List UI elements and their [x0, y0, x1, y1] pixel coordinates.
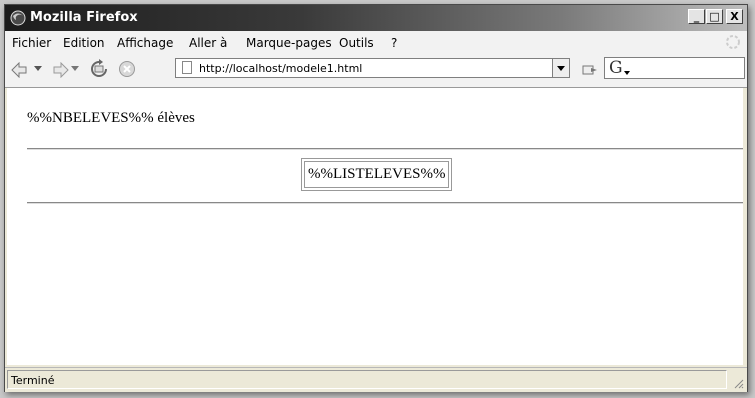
menu-help[interactable]: ?	[391, 36, 397, 50]
maximize-icon: □	[709, 10, 720, 23]
search-engine-dropdown-icon[interactable]	[624, 71, 630, 75]
reload-icon[interactable]	[89, 59, 109, 79]
top-divider	[27, 148, 745, 150]
chevron-down-icon	[557, 65, 565, 71]
menu-bar: Fichier Edition Affichage Aller à Marque…	[5, 31, 747, 53]
menu-marque-pages[interactable]: Marque-pages	[246, 36, 332, 50]
browser-window: Mozilla Firefox _ □ X Fichier Edition Af…	[4, 4, 748, 392]
menu-outils[interactable]: Outils	[339, 36, 374, 50]
forward-dropdown-icon[interactable]	[71, 66, 79, 72]
close-icon: X	[730, 10, 739, 23]
students-list-cell: %%LISTELEVES%%	[304, 161, 450, 188]
title-bar[interactable]: Mozilla Firefox _ □ X	[5, 5, 747, 31]
close-button[interactable]: X	[726, 9, 743, 24]
throbber-icon	[726, 35, 740, 49]
page-content: %%NBELEVES%% élèves %%LISTELEVES%%	[7, 88, 745, 365]
student-count: %%NBELEVES%% élèves	[27, 110, 195, 126]
address-input[interactable]: http://localhost/modele1.html	[199, 62, 362, 75]
menu-aller-a[interactable]: Aller à	[189, 36, 227, 50]
minimize-button[interactable]: _	[688, 9, 705, 24]
back-icon[interactable]	[11, 62, 33, 78]
address-bar[interactable]: http://localhost/modele1.html	[175, 58, 570, 78]
students-table: %%LISTELEVES%%	[301, 158, 453, 191]
bottom-divider	[27, 202, 745, 204]
window-title: Mozilla Firefox	[30, 10, 138, 25]
resize-grip-icon[interactable]	[732, 377, 744, 389]
status-panel: Terminé	[7, 370, 727, 389]
menu-fichier[interactable]: Fichier	[12, 36, 51, 50]
stop-icon[interactable]	[118, 60, 136, 78]
google-icon[interactable]: G	[609, 58, 629, 78]
firefox-icon	[10, 10, 26, 26]
page-icon	[182, 61, 192, 74]
search-box[interactable]: G	[604, 57, 745, 79]
minimize-icon: _	[693, 10, 700, 23]
navigation-toolbar: http://localhost/modele1.html G	[5, 53, 747, 88]
window-controls: _ □ X	[687, 9, 743, 24]
maximize-button[interactable]: □	[706, 9, 723, 24]
go-icon[interactable]	[582, 64, 598, 76]
content-edge	[743, 88, 747, 365]
back-dropdown-icon[interactable]	[34, 66, 42, 72]
forward-icon[interactable]	[47, 62, 69, 78]
menu-edition[interactable]: Edition	[63, 36, 105, 50]
status-text: Terminé	[11, 374, 55, 387]
status-bar: Terminé	[5, 367, 747, 392]
menu-affichage[interactable]: Affichage	[117, 36, 173, 50]
address-dropdown-button[interactable]	[552, 59, 569, 77]
